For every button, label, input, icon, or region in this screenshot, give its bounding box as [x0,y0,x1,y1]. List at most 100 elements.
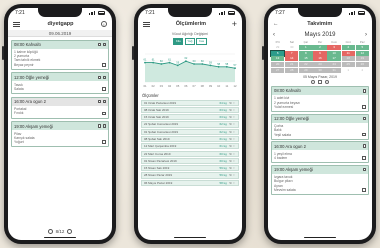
calendar-day[interactable]: 26 [355,62,369,68]
calendar-day[interactable]: 14 [285,56,299,62]
calendar-day[interactable]: 2 [313,44,327,50]
done-checkbox[interactable] [102,111,106,116]
settings-icon[interactable] [67,229,73,234]
measurement-row[interactable]: 15 Ocak Salı 2019 63 kg ⋖ ▫ [141,114,239,121]
checkbox-icon[interactable] [97,99,101,104]
calendar-day[interactable]: 22 [299,62,313,68]
calendar-day[interactable]: 5 [355,44,369,50]
water-icon[interactable] [47,229,53,234]
done-checkbox[interactable] [362,188,366,192]
delete-icon[interactable]: ▫ [233,166,234,170]
legend-yag[interactable]: Yağ [184,38,195,45]
calendar-day[interactable]: 1 [342,68,355,73]
calendar-day[interactable]: 6 [269,49,286,57]
meal-card[interactable]: 19:00 Akşam yemeği Izgara tavuk Bulgur p… [271,164,369,195]
delete-icon[interactable]: ▫ [233,137,234,141]
calendar-day[interactable]: 27 [271,67,285,73]
done-checkbox[interactable] [362,132,366,137]
measurement-row[interactable]: 22 Şubat Cumartesi 2019 62 kg ⋖ ▫ [141,121,239,128]
share-icon[interactable]: ⋖ [229,159,232,163]
camera-icon[interactable] [102,124,106,128]
checkbox-icon[interactable] [97,124,101,128]
delete-icon[interactable]: ▫ [233,130,234,134]
calendar-day[interactable]: 31 [327,67,341,73]
calendar-day[interactable]: 28 [285,67,299,73]
calendar-day[interactable]: 30 [313,67,327,73]
calendar-day[interactable]: 7 [285,50,299,56]
back-icon[interactable]: ← [273,21,279,27]
measurement-row[interactable]: 01 Ocak Pazartesi 2019 64 kg ⋖ ▫ [141,99,239,106]
done-checkbox[interactable] [102,140,106,144]
calendar-day[interactable]: 23 [313,62,327,68]
legend-kilo[interactable]: Kilo [173,38,184,45]
delete-icon[interactable]: ▫ [233,108,234,112]
camera-icon[interactable] [102,42,106,47]
menu-icon[interactable] [13,21,20,27]
info-icon[interactable]: i [100,21,107,27]
measurement-row[interactable]: 01 Nisan Pazartesi 2019 60 kg ⋖ ▫ [141,157,239,164]
share-icon[interactable]: ⋖ [229,181,232,185]
meal-card[interactable]: 12:00 Öğle yemeği Çorba Balık Yeşil sala… [271,113,369,140]
note-icon[interactable] [318,79,322,84]
done-checkbox[interactable] [102,62,106,67]
calendar-day[interactable]: 4 [341,44,355,50]
calendar-day[interactable]: 15 [299,56,313,62]
checkbox-icon[interactable] [362,89,366,93]
next-month-icon[interactable]: › [365,32,367,38]
calendar-day[interactable]: 1 [299,44,313,50]
home-indicator[interactable] [44,236,76,238]
measurement-row[interactable]: 08 Şubat Salı 2019 61 kg ⋖ ▫ [141,136,239,143]
calendar-day[interactable]: 11 [341,50,355,56]
add-icon[interactable]: + [232,20,237,29]
delete-icon[interactable]: ▫ [233,173,234,177]
calendar-day[interactable]: 20 [271,62,285,68]
share-icon[interactable]: ⋖ [229,115,232,119]
measurement-row[interactable]: 01 Şubat Cumartesi 2019 62 kg ⋖ ▫ [141,128,239,135]
done-checkbox[interactable] [102,87,106,91]
calendar-day[interactable]: 13 [271,56,285,62]
share-icon[interactable]: ⋖ [229,137,232,141]
measurement-row[interactable]: 22 Mart Cuma 2019 60 kg ⋖ ▫ [141,150,239,157]
calendar-day[interactable]: 18 [341,56,355,62]
home-indicator[interactable] [174,236,206,238]
calendar-day[interactable]: 29 [271,45,284,50]
checkbox-icon[interactable] [362,167,366,172]
done-checkbox[interactable] [362,156,366,160]
share-icon[interactable]: ⋖ [229,144,232,148]
checkbox-icon[interactable] [97,75,101,80]
calendar-day[interactable]: 30 [285,45,298,50]
calendar-day[interactable]: 2 [356,68,369,73]
share-icon[interactable]: ⋖ [229,108,232,112]
meal-card[interactable]: 16:00 Ara ogun 2 Portakal Fındık [11,96,109,119]
measurement-row[interactable]: 28 Nisan Pazar 2019 59 kg ⋖ ▫ [141,172,239,179]
calendar-day[interactable]: 10 [327,50,341,56]
delete-icon[interactable]: ▫ [233,115,234,119]
delete-icon[interactable]: ▫ [233,152,234,156]
home-indicator[interactable] [304,236,336,238]
calendar-day[interactable]: 12 [355,50,369,56]
share-icon[interactable]: ⋖ [229,101,232,105]
meal-card[interactable]: 16:00 Ara ogun 2 1 yeşil elma 4 badem [271,141,369,164]
prev-month-icon[interactable]: ‹ [273,32,275,38]
calendar-day[interactable]: 21 [285,62,299,68]
share-icon[interactable]: ⋖ [229,166,232,170]
share-icon[interactable]: ⋖ [229,130,232,134]
delete-icon[interactable]: ▫ [233,101,234,105]
meal-card[interactable]: 12:00 Öğle yemeği Tavuk Salata [11,72,109,95]
measurement-row[interactable]: 08 Ocak Salı 2019 63 kg ⋖ ▫ [141,106,239,113]
checkbox-icon[interactable] [362,144,366,148]
water-icon[interactable] [311,79,315,84]
share-icon[interactable]: ⋖ [229,152,232,156]
delete-icon[interactable]: ▫ [233,181,234,185]
delete-icon[interactable]: ▫ [233,144,234,148]
measurement-row[interactable]: 12 Mart Çarşamba 2019 61 kg ⋖ ▫ [141,143,239,150]
calendar-day[interactable]: 3 [327,44,341,50]
settings-icon[interactable] [325,79,329,84]
calendar-day[interactable]: 24 [327,62,341,68]
meal-card[interactable]: 08:00 Kahvaltı 1 kahve köpüğü 2 yumurta … [11,39,109,70]
meal-card[interactable]: 19:00 Akşam yemeği Pilav Karışık salata … [11,121,109,148]
done-checkbox[interactable] [362,105,366,109]
calendar-day[interactable]: 16 [313,56,327,62]
measurement-row[interactable]: 06 Mayıs Pazar 2019 58 kg ⋖ ▫ [141,179,239,186]
menu-icon[interactable] [143,21,150,27]
